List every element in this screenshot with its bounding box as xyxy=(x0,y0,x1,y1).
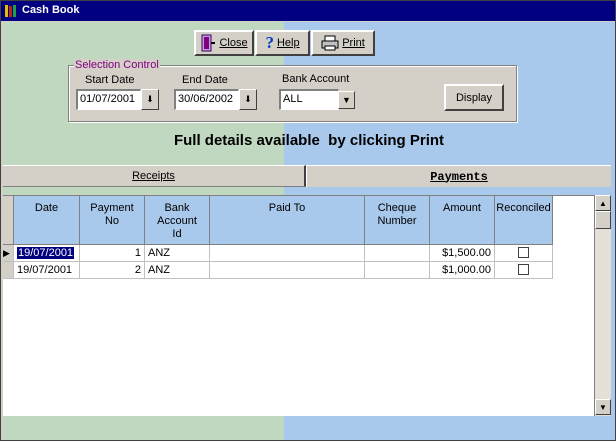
header-reconciled[interactable]: Reconciled xyxy=(495,196,553,245)
row-selector[interactable] xyxy=(3,262,14,279)
end-date-label: End Date xyxy=(182,74,228,86)
reconciled-checkbox[interactable] xyxy=(518,264,529,275)
table-row-2-amount[interactable]: $1,000.00 xyxy=(430,262,495,279)
close-label: Close xyxy=(219,37,248,49)
table-row-1-paid-to[interactable] xyxy=(210,245,365,262)
header-cheque-line1: Cheque xyxy=(377,202,417,214)
table-row-1-cheque[interactable] xyxy=(365,245,430,262)
table-row-2-cheque[interactable] xyxy=(365,262,430,279)
scroll-down-button[interactable]: ▼ xyxy=(595,399,611,415)
header-bank-account-id[interactable]: Bank Account Id xyxy=(145,196,210,245)
header-date-label: Date xyxy=(34,202,59,214)
chevron-down-icon: ▼ xyxy=(342,95,351,105)
bank-account-select[interactable]: ALL xyxy=(279,89,339,110)
down-arrow-icon: ▼ xyxy=(599,402,607,412)
table-row-1-reconciled[interactable] xyxy=(495,245,553,262)
table-row-1-bank[interactable]: ANZ xyxy=(145,245,210,262)
tab-receipts[interactable]: Receipts xyxy=(3,165,306,187)
cash-book-window: Cash Book Close ? Help Print Selection C… xyxy=(0,0,616,441)
table-row-1-date[interactable]: 19/07/2001 xyxy=(14,245,80,262)
vertical-scrollbar[interactable]: ▲ ▼ xyxy=(594,195,611,416)
header-payment-no-line1: Payment xyxy=(90,202,134,214)
row-selector[interactable]: ▶ xyxy=(3,245,14,262)
close-button[interactable]: Close xyxy=(194,30,254,56)
up-arrow-icon: ▲ xyxy=(599,198,607,208)
header-payment-no[interactable]: Payment No xyxy=(80,196,145,245)
scroll-thumb[interactable] xyxy=(595,211,611,229)
table-row-2-reconciled[interactable] xyxy=(495,262,553,279)
header-cheque-line2: Number xyxy=(377,215,417,227)
selection-control-title: Selection Control xyxy=(74,59,160,71)
header-cheque-number[interactable]: Cheque Number xyxy=(365,196,430,245)
header-bank-line1: Bank xyxy=(164,202,190,214)
payments-grid[interactable]: Date Payment No Bank Account Id Paid To … xyxy=(3,195,594,416)
cell-date: 19/07/2001 xyxy=(15,246,76,260)
tab-payments-label: Payments xyxy=(430,169,488,184)
header-paid-to-label: Paid To xyxy=(268,202,306,214)
bank-account-label: Bank Account xyxy=(282,73,350,85)
tab-receipts-label: Receipts xyxy=(132,170,175,182)
help-label: Help xyxy=(276,37,300,49)
scroll-up-button[interactable]: ▲ xyxy=(595,195,611,211)
reconciled-checkbox[interactable] xyxy=(518,247,529,258)
table-row-2-bank[interactable]: ANZ xyxy=(145,262,210,279)
bank-account-dropdown-button[interactable]: ▼ xyxy=(338,91,355,109)
display-button[interactable]: Display xyxy=(444,84,504,111)
header-paid-to[interactable]: Paid To xyxy=(210,196,365,245)
current-row-arrow-icon: ▶ xyxy=(3,248,10,258)
print-label: Print xyxy=(342,37,365,49)
window-title: Cash Book xyxy=(22,4,80,16)
start-date-label: Start Date xyxy=(85,74,135,86)
printer-icon xyxy=(321,35,339,51)
header-bank-line3: Id xyxy=(172,228,182,240)
end-date-field[interactable]: 30/06/2002 xyxy=(174,89,239,110)
down-arrow-icon: ⬇ xyxy=(146,94,154,104)
start-date-dropdown-button[interactable]: ⬇ xyxy=(141,89,159,110)
title-bar: Cash Book xyxy=(1,1,615,21)
row-selector-header xyxy=(3,196,14,245)
table-row-2-paid-to[interactable] xyxy=(210,262,365,279)
question-mark-icon: ? xyxy=(265,33,274,52)
info-text: Full details available by clicking Print xyxy=(173,132,445,149)
header-bank-line2: Account xyxy=(157,215,197,227)
print-button[interactable]: Print xyxy=(311,30,375,56)
tab-payments[interactable]: Payments xyxy=(306,165,611,187)
header-amount[interactable]: Amount xyxy=(430,196,495,245)
display-label: Display xyxy=(455,91,493,104)
down-arrow-icon: ⬇ xyxy=(244,94,252,104)
door-exit-icon xyxy=(201,34,216,52)
books-icon xyxy=(5,5,16,17)
table-row-1-amount[interactable]: $1,500.00 xyxy=(430,245,495,262)
table-row-2-date[interactable]: 19/07/2001 xyxy=(14,262,80,279)
header-amount-label: Amount xyxy=(443,202,481,214)
table-row-2-payment-no[interactable]: 2 xyxy=(80,262,145,279)
table-row-1-payment-no[interactable]: 1 xyxy=(80,245,145,262)
start-date-field[interactable]: 01/07/2001 xyxy=(76,89,141,110)
header-payment-no-line2: No xyxy=(104,215,120,227)
end-date-dropdown-button[interactable]: ⬇ xyxy=(239,89,257,110)
help-button[interactable]: ? Help xyxy=(255,30,310,56)
header-date[interactable]: Date xyxy=(14,196,80,245)
header-reconciled-label: Reconciled xyxy=(496,202,551,214)
